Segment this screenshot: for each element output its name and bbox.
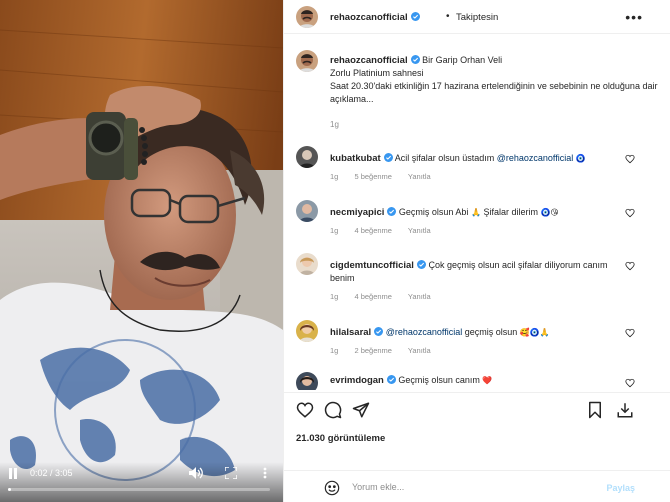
- view-count: 21.030 görüntüleme: [296, 433, 386, 444]
- heart-icon[interactable]: [296, 401, 314, 419]
- verified-badge-icon: [410, 55, 420, 64]
- header-username[interactable]: rehaozcanofficial: [330, 12, 420, 23]
- comment-time: 1g: [330, 172, 339, 181]
- emoji: 🧿😘: [540, 208, 559, 217]
- avatar[interactable]: [296, 6, 318, 28]
- emoji: 🧿: [575, 154, 586, 163]
- more-options-icon[interactable]: •••: [625, 9, 643, 25]
- add-comment-bar: Paylaş: [284, 470, 670, 502]
- emoji: ❤️: [482, 376, 493, 385]
- comment-likes[interactable]: 5 beğenme: [354, 172, 392, 181]
- avatar[interactable]: [296, 372, 318, 390]
- avatar[interactable]: [296, 320, 318, 342]
- video-progress-bar[interactable]: [8, 488, 270, 491]
- emoji: 🥰🧿🙏: [519, 328, 550, 337]
- comment-meta: 1g 4 beğenme Yanıtla: [330, 226, 445, 235]
- heart-icon[interactable]: [625, 261, 635, 271]
- comment-text: cigdemtuncofficial Çok geçmiş olsun acil…: [330, 260, 608, 283]
- pause-icon[interactable]: [6, 466, 20, 480]
- comment-meta: 1g 4 beğenme Yanıtla: [330, 292, 445, 301]
- comment-text: necmiyapici Geçmiş olsun Abi 🙏 Şifalar d…: [330, 207, 559, 218]
- comment-likes[interactable]: 4 beğenme: [354, 226, 392, 235]
- reply-button[interactable]: Yanıtla: [408, 292, 431, 301]
- instagram-post-view: 0:02 / 3:05 rehaozcanofficial • Takiptes…: [0, 0, 670, 502]
- comment-meta: 1g 5 beğenme Yanıtla: [330, 172, 445, 181]
- caption-line-2: Zorlu Platinium sahnesi: [330, 68, 424, 78]
- avatar[interactable]: [296, 200, 318, 222]
- verified-badge-icon: [383, 153, 393, 162]
- post-comment-button[interactable]: Paylaş: [606, 483, 635, 493]
- post-panel: rehaozcanofficial • Takiptesin ••• rehao…: [283, 0, 670, 502]
- heart-icon[interactable]: [625, 208, 635, 218]
- heart-icon[interactable]: [625, 154, 635, 164]
- comment-time: 1g: [330, 346, 339, 355]
- comment-username[interactable]: necmiyapici: [330, 207, 397, 218]
- bookmark-icon[interactable]: [586, 401, 604, 419]
- comment-item: kubatkubat Acil şifalar olsun üstadım @r…: [284, 146, 670, 202]
- verified-badge-icon: [416, 260, 426, 269]
- video-progress-fill: [8, 488, 11, 491]
- reply-button[interactable]: Yanıtla: [408, 172, 431, 181]
- avatar[interactable]: [296, 253, 318, 275]
- reply-button[interactable]: Yanıtla: [408, 346, 431, 355]
- mention-link[interactable]: @rehaozcanofficial: [386, 327, 463, 337]
- caption-line-3: Saat 20.30'daki etkinliğin 17 hazirana e…: [330, 81, 658, 104]
- heart-icon[interactable]: [625, 378, 635, 388]
- more-vertical-icon[interactable]: [258, 466, 272, 480]
- avatar[interactable]: [296, 50, 318, 72]
- emoji: 🙏: [470, 208, 481, 217]
- video-controls: 0:02 / 3:05: [0, 462, 283, 502]
- comment-input[interactable]: [352, 479, 582, 495]
- comment-text: hilalsaral @rehaozcanofficial geçmiş ols…: [330, 327, 550, 338]
- video-player[interactable]: 0:02 / 3:05: [0, 0, 283, 502]
- mention-link[interactable]: @rehaozcanofficial: [497, 153, 574, 163]
- comment-item: necmiyapici Geçmiş olsun Abi 🙏 Şifalar d…: [284, 200, 670, 256]
- caption-text: rehaozcanofficial Bir Garip Orhan Veli Z…: [330, 54, 660, 106]
- verified-badge-icon: [387, 207, 397, 216]
- comment-username[interactable]: hilalsaral: [330, 327, 384, 338]
- share-icon[interactable]: [352, 401, 370, 419]
- caption-timestamp: 1g: [330, 120, 339, 129]
- comment-icon[interactable]: [324, 401, 342, 419]
- video-time: 0:02 / 3:05: [30, 468, 73, 478]
- post-actions: 21.030 görüntüleme: [284, 392, 670, 462]
- caption-line-1: Bir Garip Orhan Veli: [422, 55, 503, 65]
- post-header: rehaozcanofficial • Takiptesin •••: [284, 0, 670, 34]
- download-icon[interactable]: [616, 401, 634, 419]
- comment-username[interactable]: cigdemtuncofficial: [330, 260, 426, 271]
- comment-item: cigdemtuncofficial Çok geçmiş olsun acil…: [284, 253, 670, 309]
- comment-likes[interactable]: 2 beğenme: [354, 346, 392, 355]
- comment-text: evrimdogan Geçmiş olsun canım ❤️: [330, 375, 493, 386]
- video-frame: [0, 0, 283, 502]
- fullscreen-icon[interactable]: [224, 466, 238, 480]
- separator-dot: •: [446, 11, 450, 22]
- verified-badge-icon: [374, 327, 384, 336]
- verified-badge-icon: [386, 375, 396, 384]
- comment-time: 1g: [330, 292, 339, 301]
- avatar[interactable]: [296, 146, 318, 168]
- comment-item: evrimdogan Geçmiş olsun canım ❤️: [284, 372, 670, 390]
- comment-time: 1g: [330, 226, 339, 235]
- follow-status-button[interactable]: Takiptesin: [456, 12, 498, 23]
- volume-icon[interactable]: [188, 466, 204, 480]
- reply-button[interactable]: Yanıtla: [408, 226, 431, 235]
- verified-badge-icon: [410, 12, 420, 21]
- comment-username[interactable]: kubatkubat: [330, 153, 393, 164]
- comment-username[interactable]: evrimdogan: [330, 375, 396, 386]
- caption-username[interactable]: rehaozcanofficial: [330, 55, 420, 66]
- comment-likes[interactable]: 4 beğenme: [354, 292, 392, 301]
- heart-icon[interactable]: [625, 328, 635, 338]
- comment-text: kubatkubat Acil şifalar olsun üstadım @r…: [330, 153, 586, 164]
- comment-item: hilalsaral @rehaozcanofficial geçmiş ols…: [284, 320, 670, 376]
- comment-meta: 1g 2 beğenme Yanıtla: [330, 346, 445, 355]
- emoji-picker-icon[interactable]: [324, 480, 340, 496]
